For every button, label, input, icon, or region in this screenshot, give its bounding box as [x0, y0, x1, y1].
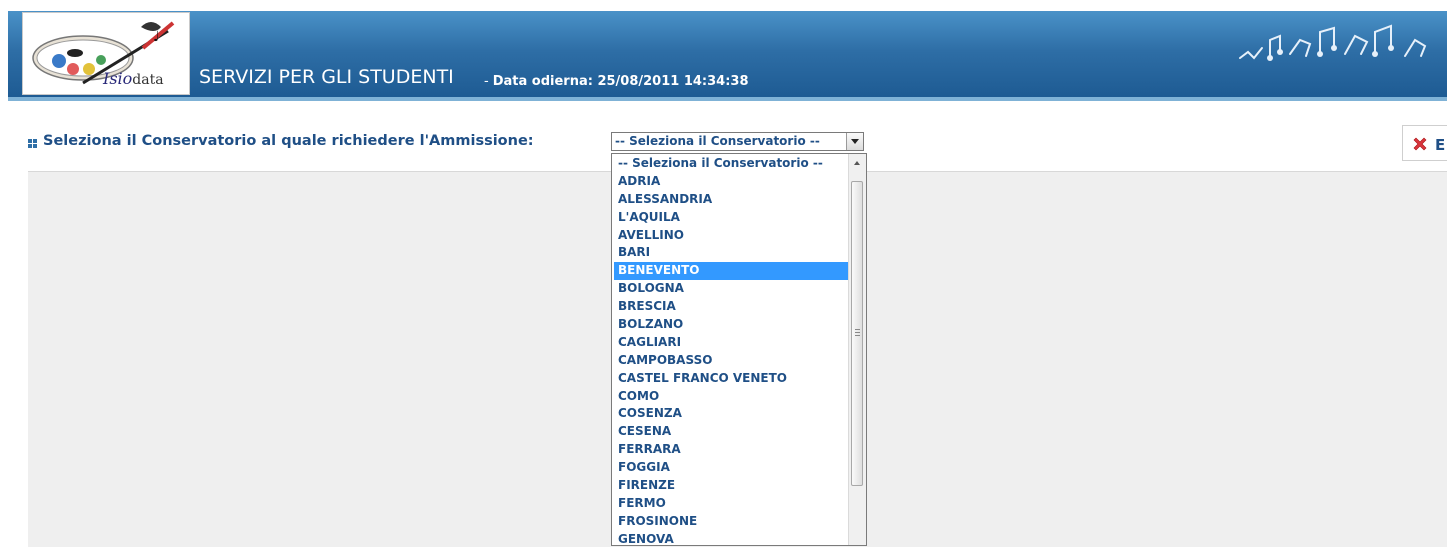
dropdown-option[interactable]: AVELLINO [614, 227, 848, 245]
grid-bullet-icon [28, 139, 38, 149]
select-value: -- Seleziona il Conservatorio -- [615, 134, 820, 148]
svg-text:♩: ♩ [153, 29, 160, 45]
dropdown-option[interactable]: ADRIA [614, 173, 848, 191]
dropdown-option[interactable]: CAGLIARI [614, 334, 848, 352]
date-label: - Data odierna: 25/08/2011 14:34:38 [484, 74, 749, 89]
dropdown-option[interactable]: BENEVENTO [614, 262, 848, 281]
app-title: SERVIZI PER GLI STUDENTI [199, 66, 454, 88]
palette-logo-icon: ♩ Isiodata [22, 12, 190, 95]
header-underline [8, 97, 1447, 101]
exit-button[interactable]: E [1402, 125, 1447, 161]
conservatorio-select[interactable]: -- Seleziona il Conservatorio -- [611, 132, 864, 151]
logo-text-b: data [132, 72, 164, 88]
date-prefix: - [484, 74, 489, 89]
dropdown-option[interactable]: CASTEL FRANCO VENETO [614, 370, 848, 388]
dropdown-option[interactable]: ALESSANDRIA [614, 191, 848, 209]
dropdown-option[interactable]: GENOVA [614, 531, 848, 545]
app-header: ♩ Isiodata SERVIZI PER GLI STUDENTI - Dat… [0, 0, 1447, 104]
chevron-down-icon[interactable] [846, 133, 863, 150]
grip-icon [855, 329, 860, 337]
dropdown-option[interactable]: CAMPOBASSO [614, 352, 848, 370]
dropdown-option[interactable]: FERMO [614, 495, 848, 513]
conservatorio-dropdown-list[interactable]: -- Seleziona il Conservatorio -- ADRIA ALE… [611, 153, 867, 546]
scroll-thumb[interactable] [851, 181, 863, 486]
date-text: Data odierna: 25/08/2011 14:34:38 [492, 74, 749, 89]
dropdown-option[interactable]: FIRENZE [614, 477, 848, 495]
red-x-icon [1413, 137, 1427, 151]
dropdown-options: -- Seleziona il Conservatorio -- ADRIA ALE… [614, 155, 848, 545]
logo-text-a: Isio [103, 69, 133, 88]
dropdown-option[interactable]: FROSINONE [614, 513, 848, 531]
dropdown-option[interactable]: -- Seleziona il Conservatorio -- [614, 155, 848, 173]
dropdown-option[interactable]: CESENA [614, 423, 848, 441]
dropdown-option[interactable]: FOGGIA [614, 459, 848, 477]
dropdown-option[interactable]: BOLZANO [614, 316, 848, 334]
logo-text: Isiodata [103, 69, 164, 88]
conservatorio-label: Seleziona il Conservatorio al quale rich… [43, 133, 534, 149]
dropdown-option[interactable]: BOLOGNA [614, 280, 848, 298]
exit-label: E [1435, 136, 1446, 154]
scroll-up-icon[interactable] [849, 154, 866, 171]
dropdown-option[interactable]: COMO [614, 388, 848, 406]
music-notes-decor [1239, 24, 1427, 61]
dropdown-option[interactable]: COSENZA [614, 405, 848, 423]
dropdown-option[interactable]: BRESCIA [614, 298, 848, 316]
dropdown-scrollbar[interactable] [848, 154, 866, 545]
dropdown-option[interactable]: FERRARA [614, 441, 848, 459]
dropdown-option[interactable]: L'AQUILA [614, 209, 848, 227]
dropdown-option[interactable]: BARI [614, 244, 848, 262]
